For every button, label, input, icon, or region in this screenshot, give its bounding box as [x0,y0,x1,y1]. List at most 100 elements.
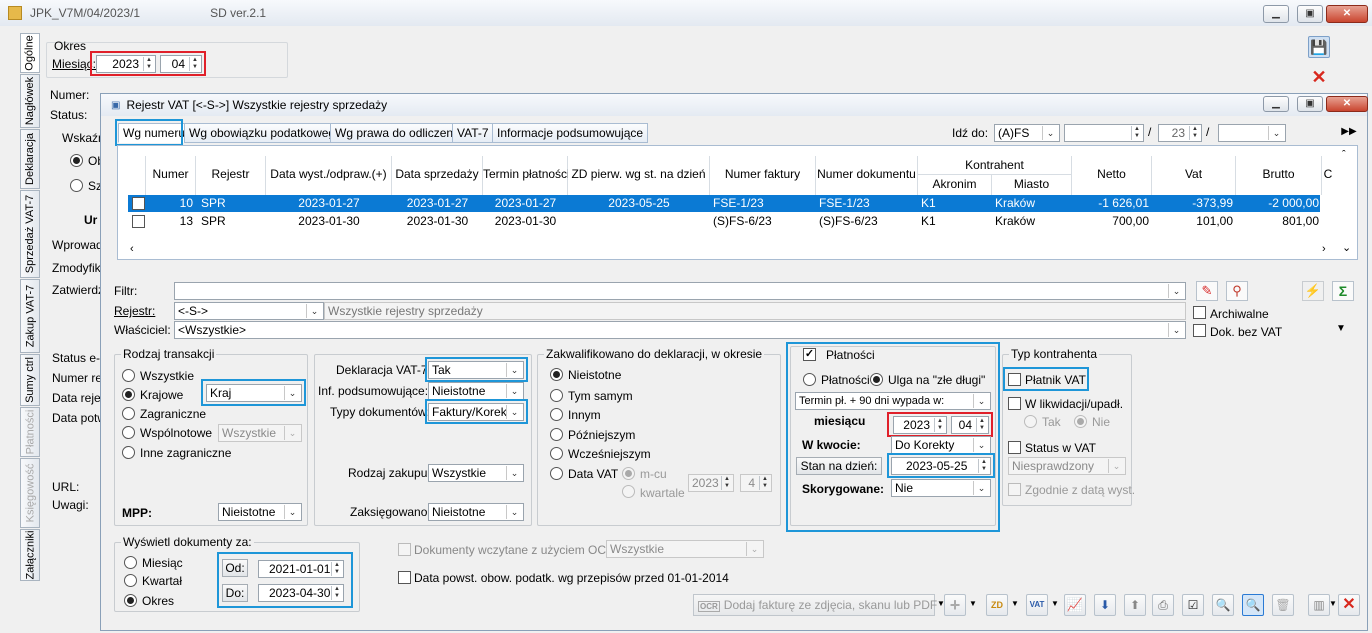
tab-sumy-ctrl[interactable]: Sumy ctrl [20,354,40,406]
radio-platnosci[interactable] [803,373,816,386]
status-vat-checkbox[interactable] [1008,441,1021,454]
rodzaj-zak-select[interactable]: Wszystkie ⌄ [428,464,524,482]
spin-icon[interactable]: ▲ ▼ [331,562,342,576]
radio-nie[interactable] [1074,415,1087,428]
tab-ogolne[interactable]: Ogólne [20,33,40,73]
kraj-select[interactable]: Kraj ⌄ [206,384,302,402]
plus-dropdown-icon[interactable]: ▼ [968,594,978,616]
chevron-down-icon[interactable]: ⌄ [1268,126,1284,140]
tab-platnosci[interactable]: Płatności [20,407,40,457]
tab-zalaczniki[interactable]: Załączniki [20,529,40,581]
col-nr-faktury[interactable]: Numer faktury [710,156,816,195]
inner-maximize-button[interactable]: ▣ [1297,96,1323,112]
spin-icon[interactable]: ▲ ▼ [934,418,945,432]
chevron-down-icon[interactable]: ⌄ [1168,323,1184,337]
chevron-down-icon[interactable]: ⌄ [506,505,522,519]
radio-miesiac[interactable] [124,556,137,569]
tab-informacje[interactable]: Informacje podsumowujące [492,123,649,143]
idz-do-text[interactable]: ▲ ▼ [1064,124,1144,142]
stan-na-dzien-button[interactable]: Stan na dzień: [796,457,882,475]
col-c[interactable]: C [1322,156,1334,195]
row-checkbox[interactable] [132,215,145,228]
print-icon[interactable]: ⎙ [1152,594,1174,616]
tab-deklaracja[interactable]: Deklaracja [20,129,40,189]
radio-wspolnotowe[interactable] [122,426,135,439]
zgodnie-checkbox[interactable] [1008,483,1021,496]
w-kwocie-select[interactable]: Do Korekty ⌄ [891,436,991,454]
zd-icon[interactable]: ZD [986,594,1008,616]
scroll-up-icon[interactable]: ˆ [1342,148,1354,162]
expand-down-icon[interactable]: ▼ [1336,323,1346,334]
delete-icon[interactable]: 🗑 [1272,594,1294,616]
radio-kwartal[interactable] [124,574,137,587]
outer-close-button[interactable]: ✕ [1326,5,1368,23]
save-icon[interactable]: 💾 [1308,36,1330,58]
chevron-down-icon[interactable]: ⌄ [506,405,522,419]
import-icon[interactable]: ⬇ [1094,594,1116,616]
likwidacji-checkbox[interactable] [1008,397,1021,410]
spin-icon[interactable]: ▲ ▼ [976,418,987,432]
chevron-down-icon[interactable]: ⌄ [284,505,300,519]
radio-mcu[interactable] [622,467,635,480]
radio-kwartale[interactable] [622,485,635,498]
skip-forward-icon[interactable]: ▶▶ [1340,124,1358,140]
wspolnotowe-select[interactable]: Wszystkie ⌄ [218,424,302,442]
radio-inne-zagr[interactable] [122,446,135,459]
outer-radio-ob[interactable] [70,154,83,167]
rejestr-select[interactable]: <-S-> ⌄ [174,302,324,320]
table-row[interactable]: 10 SPR 2023-01-27 2023-01-27 2023-01-27 … [128,195,1320,212]
termin-select[interactable]: Termin pł. + 90 dni wypada w: ⌄ [795,392,991,410]
chevron-down-icon[interactable]: ⌄ [506,384,522,398]
col-nr-dok[interactable]: Numer dokumentu [816,156,918,195]
chart-icon[interactable]: 📈 [1064,594,1086,616]
tab-sprzedaz-vat7[interactable]: Sprzedaż VAT-7 [20,190,40,278]
ocr-checkbox[interactable] [398,543,411,556]
data-powst-checkbox[interactable] [398,571,411,584]
col-data-sprz[interactable]: Data sprzedaży [392,156,483,195]
inf-select[interactable]: Nieistotne ⌄ [428,382,524,400]
cancel-icon[interactable]: ✕ [1308,66,1330,88]
zakw-year[interactable]: 2023 ▲ ▼ [688,474,734,492]
outer-minimize-button[interactable]: ▁ [1263,5,1289,23]
stan-date-input[interactable]: 2023-05-25 ▲ ▼ [891,457,991,475]
chevron-down-icon[interactable]: ⌄ [506,363,522,377]
spin-icon[interactable]: ▲ ▼ [189,57,200,71]
chevron-down-icon[interactable]: ⌄ [506,466,522,480]
columns-dropdown-icon[interactable]: ▼ [1328,594,1338,616]
col-termin[interactable]: Termin płatności [483,156,570,195]
col-netto[interactable]: Netto [1072,156,1152,195]
table-row[interactable]: 13 SPR 2023-01-30 2023-01-30 2023-01-30 … [128,213,1320,230]
chevron-down-icon[interactable]: ⌄ [1042,126,1058,140]
lightning-icon[interactable]: ⚡ [1302,281,1324,301]
skoryg-select[interactable]: Nie ⌄ [891,479,991,497]
radio-wszystkie[interactable] [122,369,135,382]
chevron-down-icon[interactable]: ⌄ [973,481,989,495]
dekl-select[interactable]: Tak ⌄ [428,361,524,379]
spin-icon[interactable]: ▲ ▼ [1131,126,1142,140]
chevron-down-icon[interactable]: ⌄ [1108,459,1124,473]
vat-dropdown-icon[interactable]: ▼ [1050,594,1060,616]
plus-icon[interactable]: + [944,594,966,616]
tab-ksiegowosc[interactable]: Księgowość [20,458,40,528]
sum-icon[interactable]: Σ [1332,281,1354,301]
col-rejestr[interactable]: Rejestr [196,156,266,195]
radio-data-vat[interactable] [550,467,563,480]
scroll-down-icon[interactable]: ⌄ [1342,241,1354,255]
filter-builder-icon[interactable]: ⚲ [1226,281,1248,301]
chevron-down-icon[interactable]: ⌄ [1168,284,1184,298]
chevron-down-icon[interactable]: ⌄ [306,304,322,318]
scroll-right-icon[interactable]: › [1322,242,1334,256]
col-data-wyst[interactable]: Data wyst./odpraw.(+) [266,156,392,195]
status-vat-select[interactable]: Niesprawdzony ⌄ [1008,457,1126,475]
platnik-vat-checkbox[interactable] [1008,373,1021,386]
filtr-input[interactable]: ⌄ [174,282,1186,300]
spin-icon[interactable]: ▲ ▼ [331,586,342,600]
spin-icon[interactable]: ▲ ▼ [759,476,770,490]
outer-year-input[interactable]: 2023 ▲ ▼ [96,55,156,73]
spin-icon[interactable]: ▲ ▼ [1189,126,1200,140]
outer-radio-sz[interactable] [70,179,83,192]
tab-vat7[interactable]: VAT-7 [452,123,494,143]
col-akronim[interactable]: Akronim [918,175,992,195]
col-miasto[interactable]: Miasto [992,175,1072,195]
columns-icon[interactable]: ▥ [1308,594,1330,616]
